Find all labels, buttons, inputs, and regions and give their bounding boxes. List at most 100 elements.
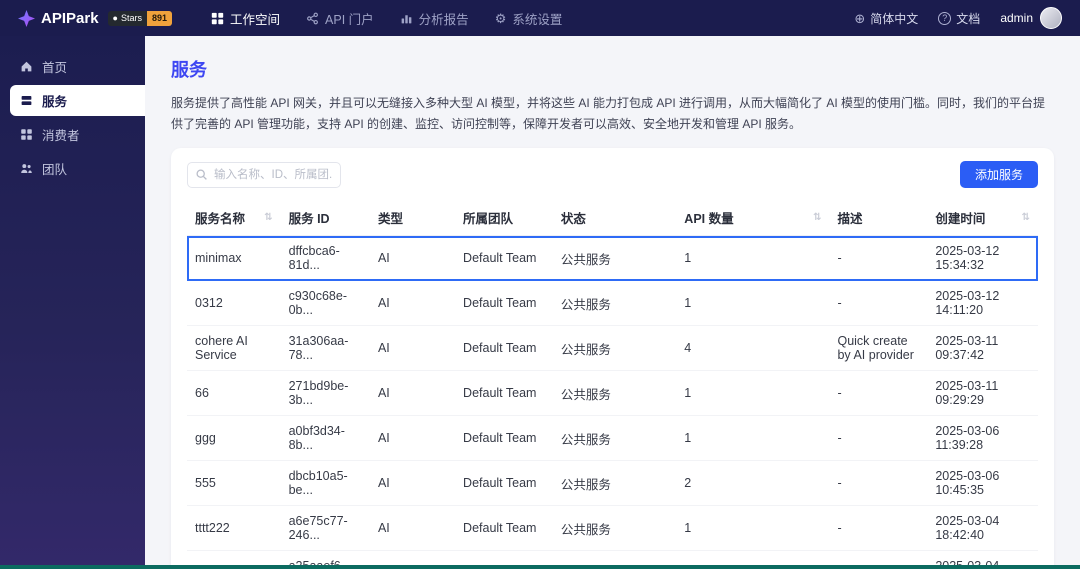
table-cell: 2025-03-06 11:39:28	[927, 415, 1038, 461]
table-cell: 公共服务	[552, 550, 677, 565]
table-cell: -	[829, 280, 928, 326]
table-cell: 2025-03-04 18:40:42	[927, 550, 1038, 565]
api-portal-icon	[307, 12, 318, 24]
bottom-strip	[0, 565, 1080, 569]
sidebar: 首页 服务 消费者 团队	[0, 36, 145, 569]
table-cell: AI	[369, 505, 456, 551]
table-cell: 2025-03-11 09:37:42	[927, 325, 1038, 371]
sidebar-item-consumers-label: 消费者	[42, 129, 80, 143]
table-cell: 1	[676, 415, 830, 461]
table-cell: REST	[369, 550, 456, 565]
nav-api-portal[interactable]: API 门户	[293, 0, 387, 36]
nav-workspace[interactable]: 工作空间	[198, 0, 293, 36]
sidebar-item-home[interactable]: 首页	[10, 51, 145, 82]
table-cell: -	[829, 370, 928, 416]
globe-icon: ⊕	[854, 10, 866, 26]
table-cell: 0	[676, 550, 830, 565]
sidebar-item-home-label: 首页	[42, 61, 68, 75]
language-switcher[interactable]: ⊕ 简体中文	[854, 10, 918, 27]
column-header-service-name[interactable]: 服务名称 ⇅	[187, 200, 281, 236]
main-content: 服务 服务提供了高性能 API 网关，并且可以无缝接入多种大型 AI 模型，并将…	[145, 36, 1080, 565]
nav-system-settings-label: 系统设置	[512, 12, 563, 27]
table-cell: AI	[369, 370, 456, 416]
table-cell: test1111	[187, 550, 281, 565]
table-header-row: 服务名称 ⇅ 服务 ID 类型 所属团队 状态 API 数量 ⇅ 描述 创建时间…	[187, 200, 1038, 236]
table-cell: 271bd9be-3b...	[280, 370, 370, 416]
github-stars-badge[interactable]: ● Stars 891	[107, 10, 173, 26]
nav-api-portal-label: API 门户	[325, 12, 374, 27]
add-service-button[interactable]: 添加服务	[959, 161, 1038, 188]
table-cell: 公共服务	[552, 325, 677, 371]
username: admin	[1000, 11, 1033, 25]
sidebar-item-services[interactable]: 服务	[10, 85, 145, 116]
table-body: minimax dffcbca6-81d... AI Default Team 公共服务…	[187, 235, 1038, 565]
services-icon	[21, 96, 32, 106]
table-cell: 555	[187, 460, 281, 506]
nav-system-settings[interactable]: ⚙ 系统设置	[482, 0, 576, 36]
table-cell: AI	[369, 325, 456, 371]
docs-link[interactable]: ? 文档	[938, 10, 980, 27]
table-cell: c930c68e-0b...	[280, 280, 370, 326]
table-cell: Default Team	[455, 280, 553, 326]
user-menu[interactable]: admin	[1000, 7, 1062, 29]
table-cell: minimax	[187, 235, 281, 281]
sidebar-item-teams[interactable]: 团队	[10, 153, 145, 184]
table-row[interactable]: cohere AI Service 31a306aa-78... AI Default…	[187, 325, 1038, 371]
app-logo[interactable]: APIPark	[18, 9, 99, 27]
avatar	[1040, 7, 1062, 29]
stars-label: Stars	[120, 12, 142, 23]
table-cell: 公共服务	[552, 415, 677, 461]
table-cell: cohere AI Service	[187, 325, 281, 371]
table-cell: 1	[676, 505, 830, 551]
table-row[interactable]: 66 271bd9be-3b... AI Default Team 公共服务 1-2025…	[187, 370, 1038, 416]
table-cell: 2025-03-04 18:42:40	[927, 505, 1038, 551]
table-cell: dffcbca6-81d...	[280, 235, 370, 281]
gear-icon: ⚙	[494, 10, 507, 26]
search-input[interactable]	[187, 161, 341, 188]
sidebar-item-services-label: 服务	[42, 95, 68, 109]
sort-icon[interactable]: ⇅	[807, 212, 821, 223]
table-cell: Default Team	[455, 415, 553, 461]
table-row[interactable]: test1111a25aaef6-c68...RESTDefault Team公…	[187, 550, 1038, 565]
services-table: 服务名称 ⇅ 服务 ID 类型 所属团队 状态 API 数量 ⇅ 描述 创建时间…	[187, 200, 1038, 565]
top-navigation: 工作空间 API 门户 分析报告 ⚙ 系统设置	[198, 0, 575, 36]
nav-workspace-label: 工作空间	[230, 12, 281, 27]
help-icon: ?	[938, 11, 952, 25]
nav-analytics[interactable]: 分析报告	[387, 0, 482, 36]
sidebar-item-consumers[interactable]: 消费者	[10, 119, 145, 150]
table-cell: AI	[369, 235, 456, 281]
topbar: APIPark ● Stars 891 工作空间 API 门户 分析报告 ⚙ 系…	[0, 0, 1080, 36]
column-header-created-at[interactable]: 创建时间 ⇅	[927, 200, 1038, 236]
table-cell: 公共服务	[552, 370, 677, 416]
table-cell: 4	[676, 325, 830, 371]
teams-icon	[21, 164, 32, 173]
column-header-team: 所属团队	[455, 200, 553, 236]
table-cell: a6e75c77-246...	[280, 505, 370, 551]
table-cell: Default Team	[455, 325, 553, 371]
table-cell: Quick create by AI provider	[829, 325, 928, 371]
apipark-logo-icon	[18, 9, 35, 27]
table-cell: 66	[187, 370, 281, 416]
home-icon	[21, 61, 32, 72]
table-cell: a25aaef6-c68...	[280, 550, 370, 565]
table-row[interactable]: tttt222 a6e75c77-246... AI Default Team 公共服务…	[187, 505, 1038, 551]
table-row[interactable]: 555 dbcb10a5-be... AI Default Team 公共服务 2-202…	[187, 460, 1038, 506]
analytics-icon	[401, 14, 412, 23]
table-cell: Default Team	[455, 370, 553, 416]
table-cell: Default Team	[455, 235, 553, 281]
table-row[interactable]: 0312 c930c68e-0b... AI Default Team 公共服务 1-20…	[187, 280, 1038, 326]
toolbar: 添加服务	[187, 161, 1038, 188]
sort-icon[interactable]: ⇅	[1016, 212, 1030, 223]
table-cell: test	[829, 550, 928, 565]
column-header-api-count[interactable]: API 数量 ⇅	[676, 200, 830, 236]
table-row[interactable]: ggg a0bf3d34-8b... AI Default Team 公共服务 1-202…	[187, 415, 1038, 461]
table-cell: 2025-03-12 15:34:32	[927, 235, 1038, 281]
table-cell: 2025-03-11 09:29:29	[927, 370, 1038, 416]
sort-icon[interactable]: ⇅	[258, 212, 272, 223]
table-row[interactable]: minimax dffcbca6-81d... AI Default Team 公共服务…	[187, 235, 1038, 281]
table-cell: ggg	[187, 415, 281, 461]
table-cell: 1	[676, 280, 830, 326]
table-cell: 2025-03-12 14:11:20	[927, 280, 1038, 326]
topbar-right: ⊕ 简体中文 ? 文档 admin	[854, 7, 1062, 29]
table-cell: -	[829, 460, 928, 506]
